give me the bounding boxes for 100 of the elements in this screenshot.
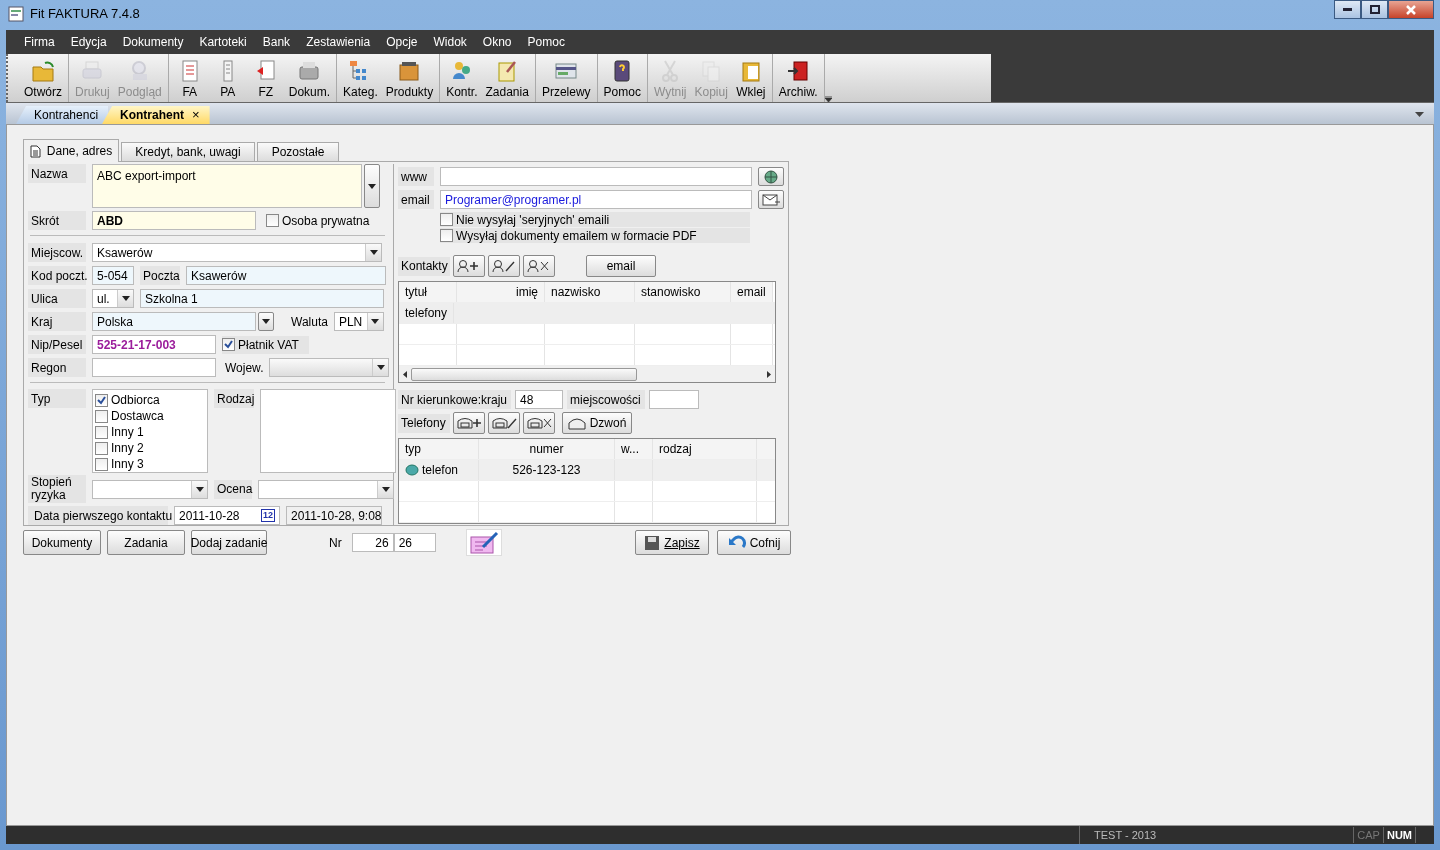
tab-close-button[interactable]: × bbox=[192, 105, 200, 125]
type-list[interactable]: Odbiorca Dostawca Inny 1 Inny 2 Inny 3 bbox=[92, 389, 208, 473]
open-website-button[interactable] bbox=[758, 167, 784, 186]
delete-contact-button[interactable] bbox=[523, 255, 555, 277]
action-button[interactable]: Zadania bbox=[107, 530, 185, 555]
toolbar-button[interactable]: Produkty bbox=[381, 54, 438, 102]
postal-code-field[interactable]: 5-054 bbox=[92, 266, 134, 285]
dropdown-arrow-icon[interactable] bbox=[368, 183, 376, 189]
area-code-field[interactable] bbox=[648, 390, 699, 409]
checkbox[interactable] bbox=[95, 393, 108, 407]
toolbar-button[interactable]: Otwórz bbox=[20, 54, 66, 102]
menu-item[interactable]: Kartoteki bbox=[191, 33, 255, 51]
overflow-arrow-icon[interactable] bbox=[824, 96, 832, 102]
toolbar-button[interactable]: FZ bbox=[246, 54, 285, 102]
edit-phone-button[interactable] bbox=[488, 412, 520, 434]
toolbar-button[interactable]: FA bbox=[170, 54, 209, 102]
document-tab[interactable]: Kontrahent × bbox=[102, 106, 210, 124]
send-email-button[interactable] bbox=[758, 190, 784, 209]
toolbar-button[interactable]: Kontr. bbox=[442, 54, 482, 102]
scrollbar-thumb[interactable] bbox=[411, 367, 637, 381]
toolbar-button[interactable]: Kateg. bbox=[339, 54, 382, 102]
street-type-combo[interactable]: ul. bbox=[92, 289, 134, 308]
date-field[interactable]: 2011-10-28 12 bbox=[174, 506, 280, 525]
name-field[interactable]: ABC export-import bbox=[92, 164, 362, 208]
number-field[interactable]: 26 bbox=[393, 533, 436, 552]
dropdown-button[interactable] bbox=[258, 312, 274, 331]
action-button[interactable]: Dodaj zadanie bbox=[191, 530, 267, 555]
short-name-field[interactable]: ABD bbox=[92, 211, 256, 230]
toolbar-button[interactable]: PA bbox=[208, 54, 247, 102]
add-contact-button[interactable] bbox=[453, 255, 485, 277]
toolbar-button[interactable]: Przelewy bbox=[537, 54, 595, 102]
horizontal-scrollbar[interactable] bbox=[399, 366, 775, 382]
menu-item[interactable]: Zestawienia bbox=[298, 33, 379, 51]
group-row[interactable]: telefony bbox=[399, 303, 455, 323]
delete-phone-button[interactable] bbox=[523, 412, 555, 434]
checkbox[interactable] bbox=[266, 214, 279, 227]
menu-item[interactable]: Bank bbox=[254, 33, 299, 51]
column-header[interactable]: rodzaj bbox=[653, 439, 757, 459]
website-field[interactable] bbox=[440, 167, 752, 186]
toolbar-button[interactable]: Wklej bbox=[731, 54, 770, 102]
menu-item[interactable]: Dokumenty bbox=[114, 33, 192, 51]
form-tab[interactable]: Dane, adres bbox=[23, 139, 119, 162]
toolbar-button[interactable]: Pomoc bbox=[599, 54, 645, 102]
edit-contact-button[interactable] bbox=[488, 255, 520, 277]
column-header[interactable]: email bbox=[731, 282, 773, 302]
column-header[interactable]: tytuł bbox=[399, 282, 457, 302]
toolbar-button[interactable]: Zadania bbox=[481, 54, 533, 102]
toolbar-button[interactable]: Archiw. bbox=[774, 54, 822, 102]
menu-item[interactable]: Edycja bbox=[62, 33, 115, 51]
column-header[interactable]: imię bbox=[457, 282, 545, 302]
checkbox[interactable] bbox=[222, 338, 235, 351]
dropdown-arrow-icon[interactable] bbox=[121, 296, 130, 301]
column-header[interactable]: typ bbox=[399, 439, 479, 459]
cancel-button[interactable]: Cofnij bbox=[717, 530, 791, 555]
column-header[interactable]: numer bbox=[479, 439, 615, 459]
scroll-right-icon[interactable] bbox=[767, 370, 771, 378]
toolbar-button[interactable]: Dokum. bbox=[284, 54, 335, 102]
checkbox[interactable] bbox=[95, 457, 108, 471]
dropdown-arrow-icon[interactable] bbox=[381, 486, 390, 492]
regon-field[interactable] bbox=[92, 358, 216, 377]
checkbox[interactable] bbox=[440, 229, 453, 242]
menu-item[interactable]: Pomoc bbox=[519, 33, 573, 51]
note-button[interactable] bbox=[465, 529, 502, 556]
column-header[interactable]: nazwisko bbox=[545, 282, 635, 302]
menu-item[interactable]: Firma bbox=[16, 33, 63, 51]
checkbox[interactable] bbox=[440, 213, 453, 226]
menu-item[interactable]: Opcje bbox=[378, 33, 426, 51]
city-combo[interactable]: Ksawerów bbox=[92, 243, 382, 262]
column-header[interactable]: stanowisko bbox=[635, 282, 731, 302]
column-header[interactable]: w... bbox=[615, 439, 653, 459]
checkbox[interactable] bbox=[95, 441, 108, 455]
form-tab[interactable]: Pozostałe bbox=[257, 142, 339, 161]
minimize-button[interactable] bbox=[1334, 0, 1361, 19]
post-office-field[interactable]: Ksawerów bbox=[186, 266, 386, 285]
tax-id-field[interactable]: 525-21-17-003 bbox=[92, 335, 216, 354]
tab-list-arrow-icon[interactable] bbox=[1415, 112, 1424, 117]
dropdown-arrow-icon[interactable] bbox=[369, 250, 378, 255]
dropdown-button[interactable] bbox=[364, 164, 380, 208]
dial-button[interactable]: Dzwoń bbox=[562, 412, 632, 434]
document-tab[interactable]: Kontrahenci bbox=[16, 106, 109, 124]
menu-item[interactable]: Okno bbox=[474, 33, 520, 51]
add-phone-button[interactable] bbox=[453, 412, 485, 434]
menu-item[interactable]: Widok bbox=[425, 33, 475, 51]
country-code-field[interactable]: 48 bbox=[515, 390, 564, 409]
dropdown-arrow-icon[interactable] bbox=[262, 319, 270, 324]
close-button[interactable] bbox=[1388, 0, 1434, 19]
street-field[interactable]: Szkolna 1 bbox=[140, 289, 384, 308]
dropdown-arrow-icon[interactable] bbox=[195, 486, 204, 492]
dropdown-arrow-icon[interactable] bbox=[376, 365, 385, 370]
save-button[interactable]: Zapisz bbox=[635, 530, 709, 555]
country-field[interactable]: Polska bbox=[92, 312, 256, 331]
dropdown-arrow-icon[interactable] bbox=[371, 319, 380, 324]
action-button[interactable]: Dokumenty bbox=[23, 530, 101, 555]
currency-combo[interactable]: PLN bbox=[333, 312, 384, 331]
scroll-left-icon[interactable] bbox=[403, 370, 407, 378]
email-button[interactable]: email bbox=[586, 255, 656, 277]
calendar-button[interactable]: 12 bbox=[261, 509, 275, 522]
email-field[interactable]: Programer@programer.pl bbox=[440, 190, 752, 209]
form-tab[interactable]: Kredyt, bank, uwagi bbox=[121, 142, 255, 161]
maximize-button[interactable] bbox=[1361, 0, 1388, 19]
